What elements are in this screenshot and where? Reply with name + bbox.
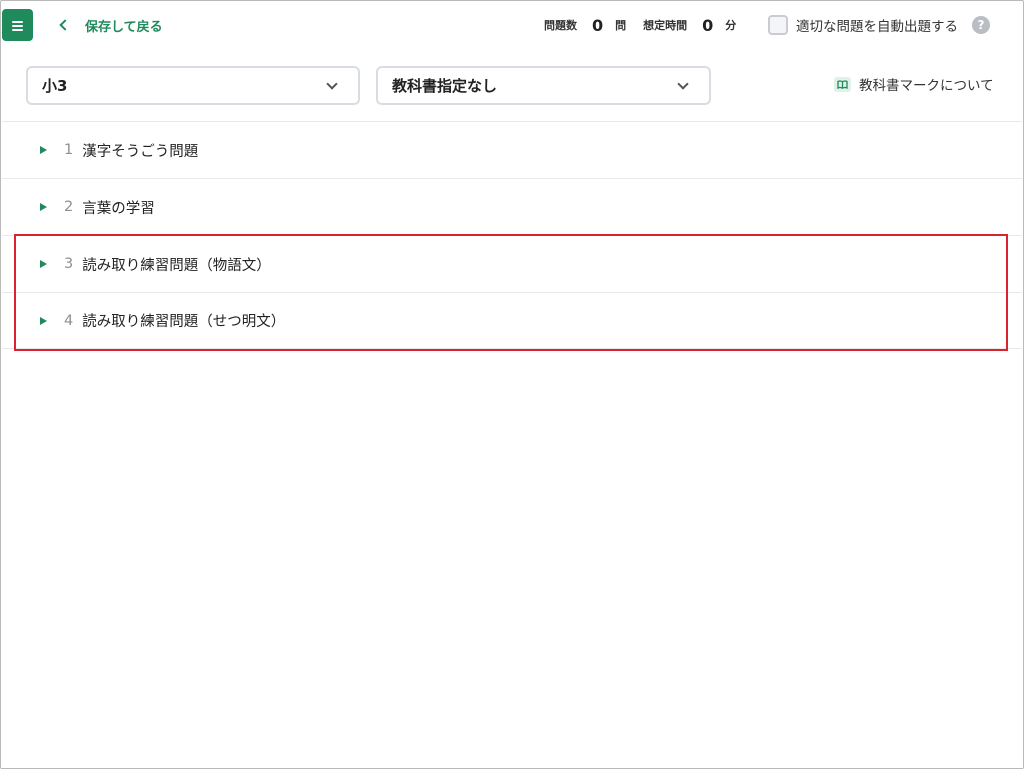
grade-select-value: 小3 <box>42 77 68 95</box>
section-index: 1 <box>64 142 74 158</box>
stats-bar: 問題数 0 問 想定時間 0 分 <box>544 13 736 37</box>
question-count-value: 0 <box>592 15 604 35</box>
chevron-down-icon <box>677 78 689 90</box>
grade-select[interactable]: 小3 <box>26 66 360 105</box>
chevron-down-icon <box>326 78 338 90</box>
question-count-unit: 問 <box>615 19 627 32</box>
expand-triangle-icon <box>40 203 47 211</box>
estimated-time-value: 0 <box>702 15 714 35</box>
section-title: 言葉の学習 <box>82 200 155 217</box>
estimated-time-label: 想定時間 <box>643 19 688 32</box>
section-row[interactable]: 3 読み取り練習問題（物語文） <box>2 235 1022 292</box>
textbook-select-value: 教科書指定なし <box>392 77 498 95</box>
estimated-time-unit: 分 <box>725 19 737 32</box>
save-and-back-link[interactable]: 保存して戻る <box>58 15 163 35</box>
auto-assign-label: 適切な問題を自動出題する <box>796 19 958 35</box>
textbook-mark-label: 教科書マークについて <box>859 78 994 94</box>
help-icon[interactable]: ? <box>972 16 990 34</box>
textbook-mark-link[interactable]: 教科書マークについて <box>834 74 994 94</box>
checkbox-box[interactable] <box>768 15 788 35</box>
menu-button[interactable] <box>2 9 33 41</box>
section-title: 読み取り練習問題（せつ明文） <box>82 314 286 330</box>
section-row[interactable]: 1 漢字そうごう問題 <box>2 121 1022 178</box>
expand-triangle-icon <box>40 316 47 325</box>
section-title: 読み取り練習問題（物語文） <box>82 257 271 274</box>
chevron-left-icon <box>59 19 71 31</box>
app-frame <box>0 0 1024 769</box>
save-and-back-label: 保存して戻る <box>85 19 163 35</box>
hamburger-icon <box>12 20 23 31</box>
section-title: 漢字そうごう問題 <box>82 143 199 160</box>
question-count-label: 問題数 <box>544 19 577 32</box>
auto-assign-checkbox[interactable]: 適切な問題を自動出題する <box>768 14 958 36</box>
section-index: 2 <box>64 199 74 215</box>
section-row[interactable]: 4 読み取り練習問題（せつ明文） <box>2 292 1022 349</box>
section-list: 1 漢字そうごう問題 2 言葉の学習 3 読み取り練習問題（物語文） 4 読み取… <box>2 121 1022 349</box>
textbook-select[interactable]: 教科書指定なし <box>376 66 711 105</box>
expand-triangle-icon <box>40 146 47 154</box>
book-icon <box>834 76 851 92</box>
section-index: 4 <box>64 312 74 329</box>
expand-triangle-icon <box>40 260 47 268</box>
section-row[interactable]: 2 言葉の学習 <box>2 178 1022 235</box>
section-index: 3 <box>64 256 74 272</box>
